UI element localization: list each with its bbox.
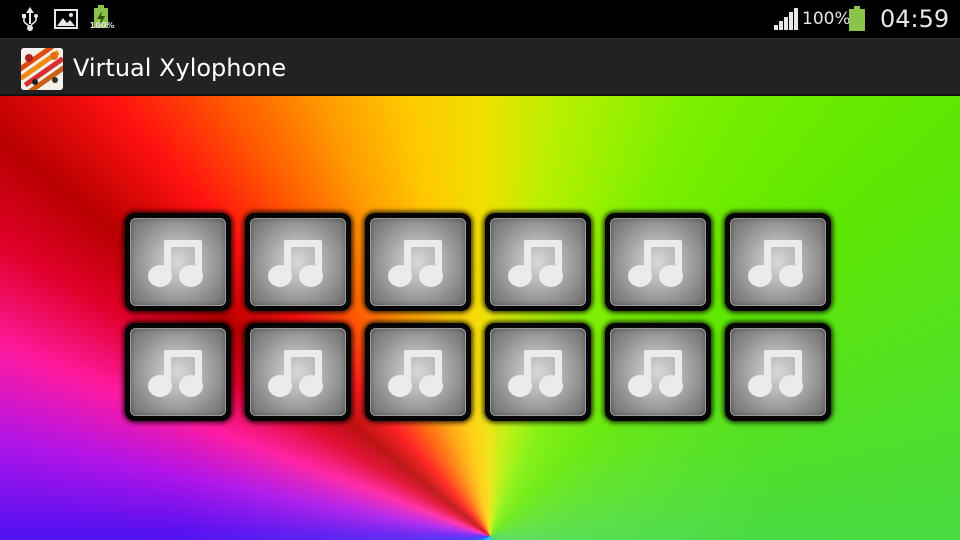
music-note-icon <box>744 346 814 400</box>
battery-level: 100% <box>802 9 851 29</box>
key-face <box>370 328 466 416</box>
xylophone-key[interactable] <box>485 213 591 311</box>
music-note-icon <box>264 236 334 290</box>
music-note-icon <box>504 236 574 290</box>
xylophone-keys-grid <box>125 213 837 425</box>
screen: 100% 100% 04:59 Virtual Xylophone <box>0 0 960 540</box>
battery-icon <box>846 0 868 38</box>
key-face <box>610 218 706 306</box>
image-icon <box>53 0 79 38</box>
clock: 04:59 <box>880 5 950 33</box>
key-face <box>130 328 226 416</box>
xylophone-key[interactable] <box>125 213 231 311</box>
music-note-icon <box>144 346 214 400</box>
key-face <box>730 328 826 416</box>
action-bar: Virtual Xylophone <box>0 38 960 96</box>
xylophone-key[interactable] <box>485 323 591 421</box>
signal-icon <box>772 0 800 38</box>
music-note-icon <box>504 346 574 400</box>
xylophone-key[interactable] <box>125 323 231 421</box>
key-face <box>490 218 586 306</box>
key-face <box>250 218 346 306</box>
battery-notification-text: 100% <box>89 21 115 30</box>
key-face <box>730 218 826 306</box>
key-face <box>250 328 346 416</box>
usb-icon <box>18 0 42 38</box>
music-note-icon <box>384 236 454 290</box>
music-note-icon <box>384 346 454 400</box>
xylophone-key[interactable] <box>245 323 351 421</box>
status-bar: 100% 100% 04:59 <box>0 0 960 38</box>
xylophone-key[interactable] <box>725 323 831 421</box>
key-face <box>490 328 586 416</box>
key-face <box>370 218 466 306</box>
music-note-icon <box>624 346 694 400</box>
xylophone-key[interactable] <box>725 213 831 311</box>
app-title: Virtual Xylophone <box>73 54 287 82</box>
xylophone-key[interactable] <box>605 213 711 311</box>
xylophone-app-icon[interactable] <box>21 48 63 90</box>
key-face <box>610 328 706 416</box>
xylophone-key[interactable] <box>245 213 351 311</box>
battery-charging-icon: 100% <box>88 0 114 38</box>
music-note-icon <box>624 236 694 290</box>
music-note-icon <box>144 236 214 290</box>
xylophone-key[interactable] <box>365 213 471 311</box>
key-face <box>130 218 226 306</box>
music-note-icon <box>264 346 334 400</box>
music-note-icon <box>744 236 814 290</box>
xylophone-key[interactable] <box>605 323 711 421</box>
xylophone-key[interactable] <box>365 323 471 421</box>
